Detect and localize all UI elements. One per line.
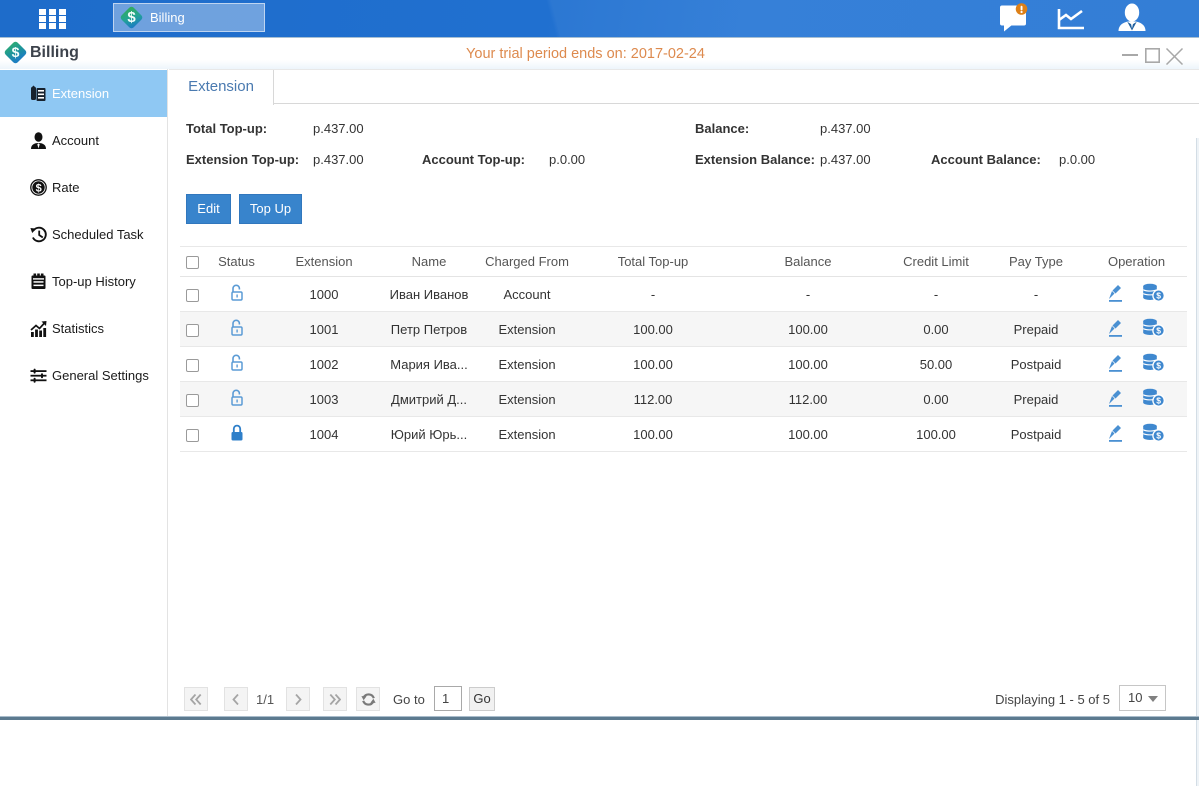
svg-text:$: $ [1157,291,1162,301]
svg-text:$: $ [1157,326,1162,336]
svg-text:$: $ [1157,431,1162,441]
svg-text:$: $ [1157,361,1162,371]
svg-text:$: $ [36,183,42,195]
svg-text:$: $ [1157,396,1162,406]
